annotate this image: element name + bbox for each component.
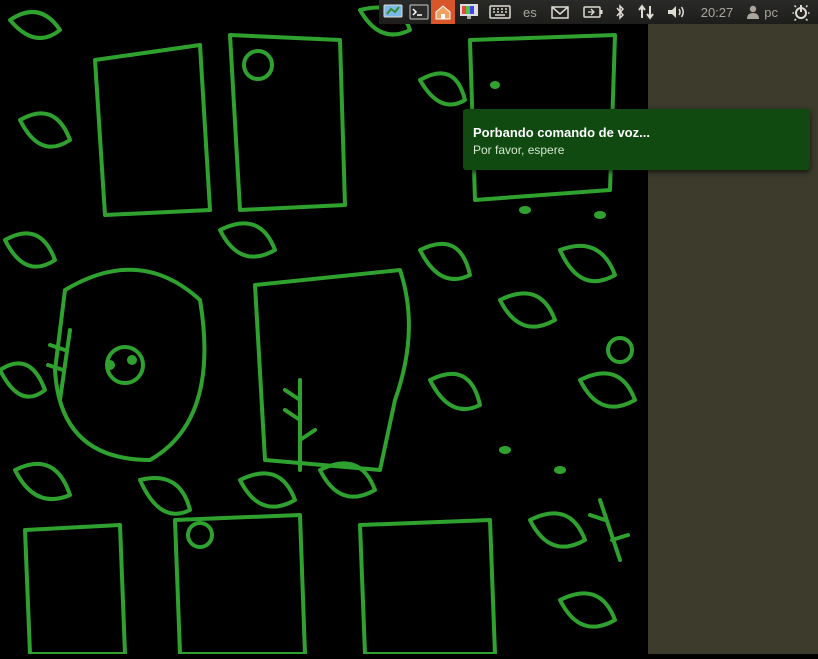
session-menu-gear-icon[interactable] xyxy=(784,0,818,24)
network-icon[interactable] xyxy=(631,0,661,24)
top-panel-indicators: es 20:27 pc xyxy=(378,0,818,24)
user-name: pc xyxy=(764,4,778,20)
user-icon xyxy=(747,5,760,19)
notification-title: Porbando comando de voz... xyxy=(473,125,650,140)
keyboard-icon[interactable] xyxy=(483,0,517,24)
user-menu[interactable]: pc xyxy=(741,0,784,24)
terminal-icon[interactable] xyxy=(407,0,431,24)
bluetooth-icon[interactable] xyxy=(609,0,631,24)
display-settings-icon[interactable] xyxy=(455,0,483,24)
notification-bubble: Porbando comando de voz... Por favor, es… xyxy=(463,109,810,170)
top-panel: es 20:27 pc xyxy=(0,0,818,24)
mail-icon[interactable] xyxy=(543,0,577,24)
battery-icon[interactable] xyxy=(577,0,609,24)
keyboard-layout-indicator[interactable]: es xyxy=(517,0,543,24)
wallpaper-art xyxy=(0,5,637,656)
notification-body: Por favor, espere xyxy=(473,143,565,157)
clock[interactable]: 20:27 xyxy=(693,0,742,24)
desktop-wallpaper xyxy=(0,0,648,656)
home-folder-icon[interactable] xyxy=(430,0,455,24)
volume-icon[interactable] xyxy=(661,0,693,24)
app-launcher-monitor-icon[interactable] xyxy=(379,0,407,24)
